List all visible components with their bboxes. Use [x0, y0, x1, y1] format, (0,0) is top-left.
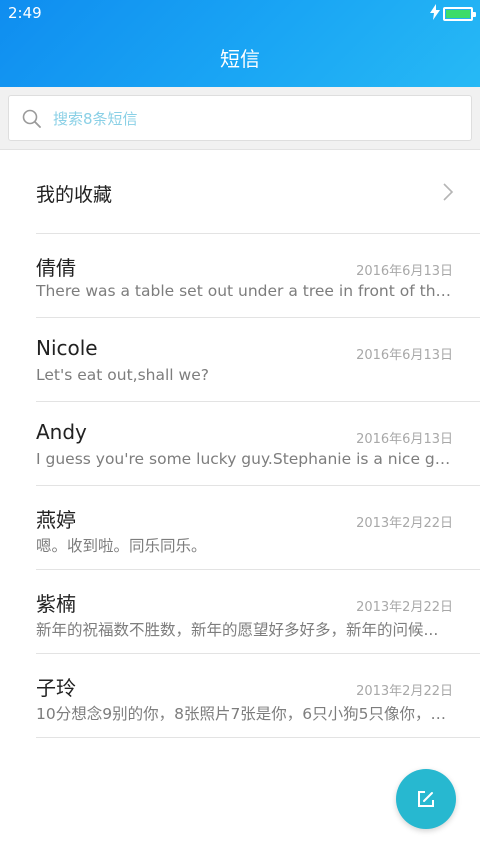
message-item[interactable]: 紫楠 2013年2月22日 新年的祝福数不胜数，新年的愿望好多好多，新年的问候.…: [0, 570, 480, 654]
contact-name: 燕婷: [36, 508, 76, 532]
status-bar: 2:49: [0, 0, 480, 28]
favorites-label: 我的收藏: [36, 184, 113, 206]
message-item[interactable]: 燕婷 2013年2月22日 嗯。收到啦。同乐同乐。: [0, 486, 480, 570]
message-preview: 新年的祝福数不胜数，新年的愿望好多好多，新年的问候...: [36, 621, 439, 639]
divider: [36, 737, 480, 738]
new-message-button[interactable]: [396, 769, 456, 829]
message-date: 2013年2月22日: [356, 684, 453, 699]
message-date: 2016年6月13日: [356, 264, 453, 279]
contact-name: Andy: [36, 420, 87, 444]
contact-name: 紫楠: [36, 592, 76, 616]
search-box[interactable]: [8, 95, 472, 141]
message-date: 2013年2月22日: [356, 600, 453, 615]
contact-name: Nicole: [36, 336, 98, 360]
message-preview: There was a table set out under a tree i…: [36, 282, 454, 300]
contact-name: 倩倩: [36, 256, 76, 280]
message-date: 2016年6月13日: [356, 348, 453, 363]
app-header: 2:49 短信: [0, 0, 480, 87]
message-item[interactable]: 子玲 2013年2月22日 10分想念9别的你，8张照片7张是你，6只小狗5只像…: [0, 654, 480, 738]
search-icon: [22, 109, 41, 128]
search-area: [0, 87, 480, 150]
search-input[interactable]: [53, 104, 453, 134]
message-preview: I guess you're some lucky guy.Stephanie …: [36, 450, 454, 468]
message-date: 2016年6月13日: [356, 432, 453, 447]
contact-name: 子玲: [36, 676, 76, 700]
message-preview: 嗯。收到啦。同乐同乐。: [36, 537, 207, 555]
message-item[interactable]: 倩倩 2016年6月13日 There was a table set out …: [0, 234, 480, 318]
favorites-row[interactable]: 我的收藏: [0, 150, 480, 234]
chevron-right-icon: [443, 183, 454, 201]
charge-icon: [430, 4, 440, 20]
page-title: 短信: [220, 47, 260, 71]
message-date: 2013年2月22日: [356, 516, 453, 531]
compose-icon: [418, 791, 434, 807]
message-item[interactable]: Nicole 2016年6月13日 Let's eat out,shall we…: [0, 318, 480, 402]
message-preview: Let's eat out,shall we?: [36, 366, 209, 384]
battery-icon: [443, 7, 476, 21]
message-preview: 10分想念9别的你，8张照片7张是你，6只小狗5只像你，4...: [36, 705, 454, 723]
status-time: 2:49: [8, 4, 42, 22]
message-item[interactable]: Andy 2016年6月13日 I guess you're some luck…: [0, 402, 480, 486]
